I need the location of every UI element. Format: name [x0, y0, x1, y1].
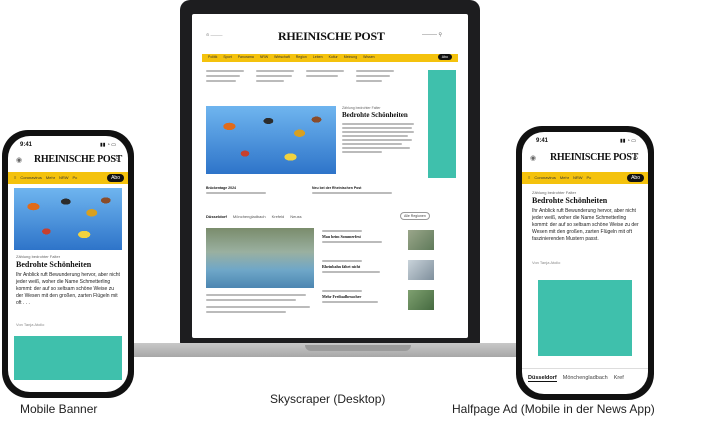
caption-mobile-banner: Mobile Banner: [20, 402, 98, 416]
site-logo[interactable]: RHEINISCHE POST: [278, 29, 385, 44]
location-icon[interactable]: ◉: [530, 154, 536, 162]
site-logo[interactable]: RHEINISCHE POST: [550, 152, 638, 163]
lead-headline[interactable]: Bedrohte Schönheiten: [342, 111, 418, 119]
news-thumbnail[interactable]: [408, 260, 434, 280]
desktop-screen: ⊙ ——— RHEINISCHE POST ——— ⚲ Politik Spor…: [192, 14, 468, 338]
author: Von Tanja Atolio: [532, 260, 561, 265]
nav-item[interactable]: NRW: [573, 175, 582, 180]
all-regions-button[interactable]: Alle Regionen: [400, 212, 430, 220]
news-item[interactable]: Mau beim Sommerfest: [322, 230, 402, 243]
news-item[interactable]: Mehr Freibadbesucher: [322, 290, 402, 303]
lead-image[interactable]: [14, 188, 122, 250]
nav-item[interactable]: Panorama: [238, 55, 254, 59]
lead-body: Ihr Anblick ruft Bewunderung hervor, abe…: [16, 272, 120, 306]
user-icon[interactable]: ♙: [114, 154, 121, 163]
tab-duesseldorf[interactable]: Düsseldorf: [206, 214, 227, 219]
nav-item[interactable]: NRW: [59, 175, 68, 180]
tab-duesseldorf[interactable]: Düsseldorf: [528, 375, 557, 382]
location-icon[interactable]: ◉: [16, 156, 22, 164]
news-headline[interactable]: Mau beim Sommerfest: [322, 234, 402, 239]
status-icons: ▮▮ ◔ ▭: [620, 138, 637, 144]
bottom-tab-bar: Düsseldorf Mönchengladbach Kref: [522, 368, 648, 394]
region-tabs: Düsseldorf Mönchengladbach Krefeld Neuss: [206, 214, 302, 219]
nav-item[interactable]: Mehr: [560, 175, 569, 180]
laptop-notch: [305, 345, 411, 351]
right-phone-screen: 9:41 ▮▮ ◔ ▭ ◉ RHEINISCHE POST ♙ ≡ Corona…: [522, 132, 648, 394]
tab-moenchengladbach[interactable]: Mönchengladbach: [233, 214, 266, 219]
nav-item[interactable]: Coronavirus: [20, 175, 42, 180]
subscribe-button[interactable]: Abo: [627, 174, 644, 182]
news-image[interactable]: [206, 228, 314, 288]
nav-item[interactable]: Politik: [208, 55, 217, 59]
nav-item[interactable]: Sport: [223, 55, 231, 59]
skyscraper-ad[interactable]: [428, 70, 456, 178]
tab-neuss[interactable]: Neuss: [290, 214, 301, 219]
status-time: 9:41: [20, 142, 33, 148]
halfpage-ad[interactable]: [538, 280, 632, 356]
lead-image[interactable]: [206, 106, 336, 174]
tab-moenchengladbach[interactable]: Mönchengladbach: [563, 375, 608, 382]
status-icons: ▮▮ ◔ ▭: [100, 142, 117, 148]
tab-krefeld[interactable]: Krefeld: [272, 214, 285, 219]
sub-headline[interactable]: Brückentage 2024: [206, 186, 236, 190]
menu-icon[interactable]: ≡: [14, 175, 16, 180]
status-time: 9:41: [536, 138, 549, 144]
location-selector[interactable]: ⊙ ———: [206, 32, 222, 37]
lead-article[interactable]: Zählung bedrohter Falter Bedrohte Schönh…: [342, 106, 418, 153]
nav-item[interactable]: Mehr: [46, 175, 55, 180]
nav-item[interactable]: Wissen: [363, 55, 374, 59]
subscribe-button[interactable]: Abo: [107, 174, 124, 182]
nav-item[interactable]: Region: [296, 55, 307, 59]
lead-kicker: Zählung bedrohter Falter: [532, 190, 577, 195]
sub-headline[interactable]: Neu bei der Rheinischen Post: [312, 186, 361, 190]
nav-bar: ≡ Coronavirus Mehr NRW Pc Abo: [8, 172, 128, 184]
nav-item[interactable]: Leben: [313, 55, 323, 59]
news-item[interactable]: Rheinbahn fährt nicht: [322, 260, 402, 273]
nav-bar: ≡ Coronavirus Mehr NRW Pc Abo: [522, 172, 648, 184]
caption-halfpage-ad: Halfpage Ad (Mobile in der News App): [452, 402, 655, 416]
lead-body: Ihr Anblick ruft Bewunderung hervor, abe…: [532, 208, 639, 242]
subscribe-button[interactable]: Abo: [437, 54, 452, 60]
lead-headline[interactable]: Bedrohte Schönheiten: [532, 196, 607, 205]
nav-item[interactable]: Pc: [73, 175, 78, 180]
author: Von Tanja Atolio: [16, 322, 45, 327]
news-thumbnail[interactable]: [408, 290, 434, 310]
lead-kicker: Zählung bedrohter Falter: [342, 106, 381, 110]
tab-krefeld[interactable]: Kref: [614, 375, 624, 382]
lead-kicker: Zählung bedrohter Falter: [16, 254, 61, 259]
caption-skyscraper: Skyscraper (Desktop): [270, 392, 386, 406]
nav-item[interactable]: Wirtschaft: [274, 55, 290, 59]
nav-item[interactable]: Coronavirus: [534, 175, 556, 180]
mobile-banner-ad[interactable]: [14, 336, 122, 380]
left-phone-screen: 9:41 ▮▮ ◔ ▭ ◉ RHEINISCHE POST ♙ ≡ Corona…: [8, 136, 128, 392]
news-headline[interactable]: Rheinbahn fährt nicht: [322, 264, 402, 269]
lead-headline[interactable]: Bedrohte Schönheiten: [16, 260, 91, 269]
news-thumbnail[interactable]: [408, 230, 434, 250]
site-logo[interactable]: RHEINISCHE POST: [34, 154, 122, 165]
nav-item[interactable]: Pc: [587, 175, 592, 180]
nav-item[interactable]: Meinung: [344, 55, 357, 59]
user-icon[interactable]: ——— ⚲: [422, 32, 442, 38]
nav-item[interactable]: NRW: [260, 55, 268, 59]
nav-bar: Politik Sport Panorama NRW Wirtschaft Re…: [202, 54, 458, 62]
news-headline[interactable]: Mehr Freibadbesucher: [322, 294, 402, 299]
user-icon[interactable]: ♙: [632, 152, 639, 161]
nav-item[interactable]: Kultur: [329, 55, 338, 59]
menu-icon[interactable]: ≡: [528, 175, 530, 180]
